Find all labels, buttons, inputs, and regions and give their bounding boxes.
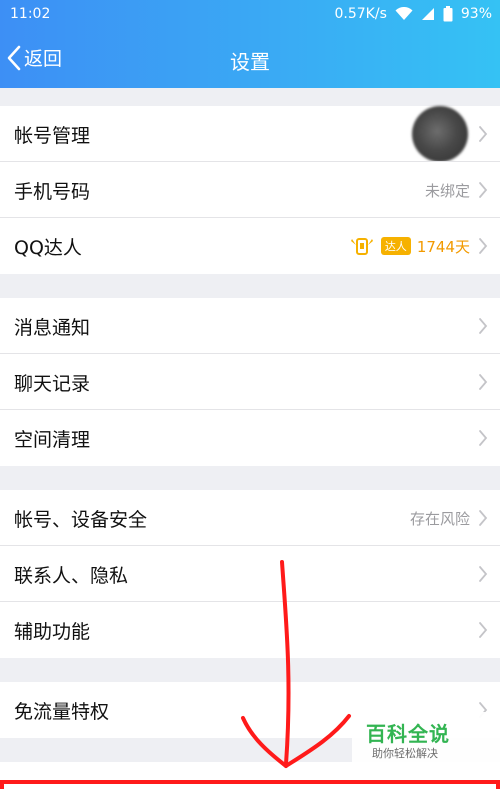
- settings-row-phone-number[interactable]: 手机号码 未绑定: [0, 162, 500, 218]
- row-right: [412, 106, 488, 162]
- settings-row-qq-daren[interactable]: QQ达人 达人 1744天: [0, 218, 500, 274]
- section-gap: [0, 274, 500, 298]
- settings-row-message-notification[interactable]: 消息通知: [0, 298, 500, 354]
- settings-row-account-management[interactable]: 帐号管理: [0, 106, 500, 162]
- chevron-right-icon: [479, 318, 488, 334]
- navbar: 返回 设置: [0, 30, 500, 88]
- status-bar: 11:02 0.57K/s 93%: [0, 0, 500, 30]
- daren-badge: 达人 1744天: [349, 235, 470, 257]
- next-settings-row[interactable]: [0, 762, 500, 790]
- row-right: 达人 1744天: [349, 218, 488, 274]
- page-title: 设置: [230, 50, 270, 74]
- settings-row-space-cleanup[interactable]: 空间清理: [0, 410, 500, 466]
- daren-days: 1744天: [416, 237, 470, 256]
- row-value: 未绑定: [424, 181, 470, 200]
- watermark: 百科全说 助你轻松解决: [352, 712, 500, 764]
- wifi-icon: [395, 7, 413, 20]
- network-speed: 0.57K/s: [334, 6, 387, 22]
- battery-icon: [443, 6, 453, 22]
- row-right: [478, 298, 488, 354]
- app-header: 11:02 0.57K/s 93% 返回 设置: [0, 0, 500, 88]
- watermark-subtitle: 助你轻松解决: [372, 747, 438, 760]
- settings-row-accessibility[interactable]: 辅助功能: [0, 602, 500, 658]
- daren-tag: 达人: [380, 237, 411, 255]
- settings-row-chat-history[interactable]: 聊天记录: [0, 354, 500, 410]
- watermark-title: 百科全说: [366, 722, 450, 746]
- chevron-right-icon: [479, 566, 488, 582]
- section-gap: [0, 466, 500, 490]
- row-label: 聊天记录: [14, 372, 91, 395]
- section-gap: [0, 658, 500, 682]
- row-label: 空间清理: [14, 428, 91, 451]
- settings-row-contacts-privacy[interactable]: 联系人、隐私: [0, 546, 500, 602]
- status-time: 11:02: [10, 6, 51, 22]
- chevron-right-icon: [479, 126, 488, 142]
- row-label: 手机号码: [14, 180, 91, 203]
- chevron-right-icon: [479, 238, 488, 254]
- row-right: [478, 354, 488, 410]
- row-label: 免流量特权: [14, 700, 110, 723]
- chevron-right-icon: [479, 374, 488, 390]
- row-right: [478, 602, 488, 658]
- settings-row-account-device-security[interactable]: 帐号、设备安全 存在风险: [0, 490, 500, 546]
- row-value: 存在风险: [409, 509, 470, 528]
- row-right: [478, 546, 488, 602]
- chevron-right-icon: [479, 182, 488, 198]
- row-label: QQ达人: [14, 236, 82, 259]
- status-indicators: 0.57K/s 93%: [334, 6, 492, 22]
- row-right: 存在风险: [410, 490, 488, 546]
- settings-list: 帐号管理 手机号码 未绑定 QQ达人 达人 1744天 消息通知 聊天记录 空间…: [0, 88, 500, 738]
- row-label: 帐号管理: [14, 124, 91, 147]
- signal-icon: [421, 8, 434, 20]
- row-label: 帐号、设备安全: [14, 508, 148, 531]
- row-label: 辅助功能: [14, 620, 91, 643]
- section-gap: [0, 88, 500, 106]
- daren-badge-icon: [350, 238, 373, 255]
- row-label: 联系人、隐私: [14, 564, 129, 587]
- battery-percent: 93%: [460, 6, 492, 22]
- avatar: [412, 106, 468, 162]
- row-right: [478, 410, 488, 466]
- chevron-right-icon: [479, 430, 488, 446]
- row-label: 消息通知: [14, 316, 91, 339]
- row-right: 未绑定: [425, 162, 488, 218]
- chevron-right-icon: [479, 510, 488, 526]
- chevron-right-icon: [479, 622, 488, 638]
